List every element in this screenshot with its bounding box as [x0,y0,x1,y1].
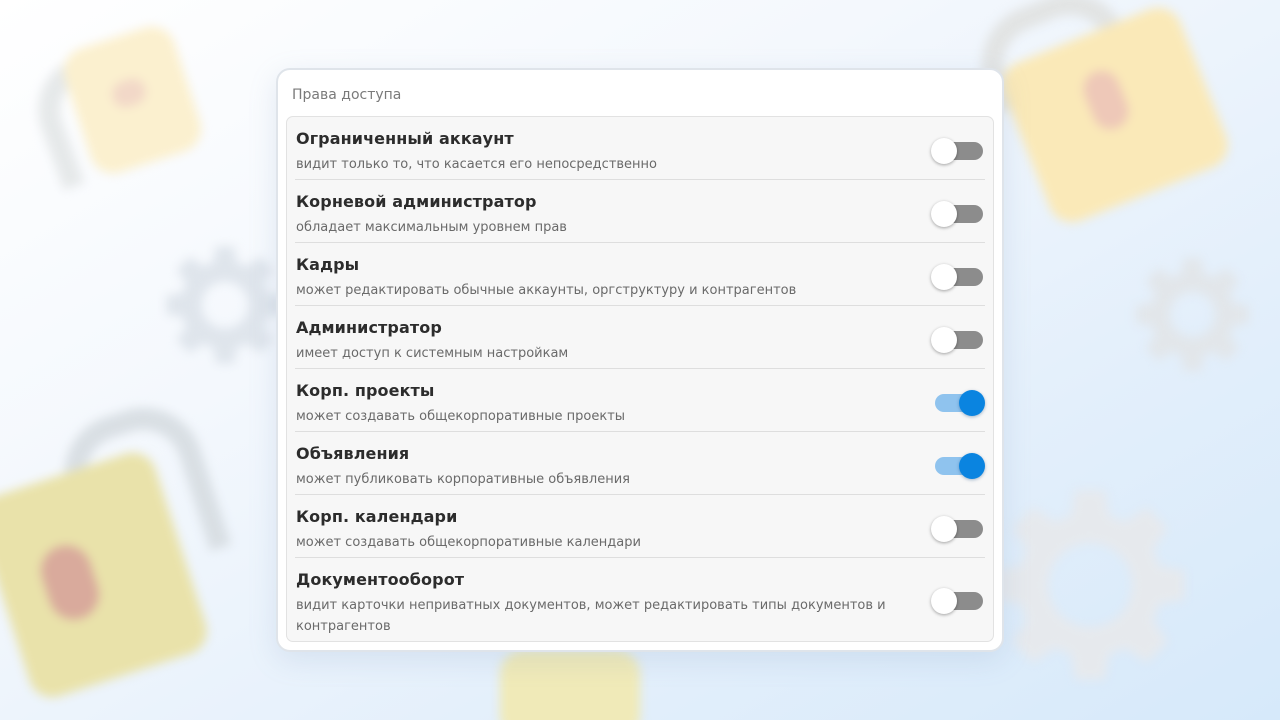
toggle-knob [931,264,957,290]
permission-title: Корп. календари [296,507,458,526]
permission-title: Документооборот [296,570,465,589]
permission-title: Кадры [296,255,360,274]
permission-toggle[interactable] [931,516,985,542]
toggle-knob [931,588,957,614]
permission-description: видит только то, что касается его непоср… [296,157,658,172]
permission-row: Документооборот видит карточки неприватн… [295,558,985,638]
permission-row: Корп. календари может создавать общекорп… [295,495,985,558]
toggle-knob [931,327,957,353]
toggle-knob [931,516,957,542]
panel-title: Права доступа [292,87,402,103]
permission-toggle[interactable] [931,453,985,479]
permission-toggle[interactable] [931,327,985,353]
permission-description: может редактировать обычные аккаунты, ор… [296,283,797,298]
permission-toggle[interactable] [931,588,985,614]
toggle-knob [959,453,985,479]
permission-title: Ограниченный аккаунт [296,129,514,148]
permission-description: может публиковать корпоративные объявлен… [296,472,630,487]
access-rights-panel: Права доступа Ограниченный аккаунт видит… [276,68,1004,652]
permission-title: Объявления [296,444,410,463]
permission-toggle[interactable] [931,390,985,416]
permission-description: имеет доступ к системным настройкам [296,346,569,361]
toggle-knob [959,390,985,416]
permission-title: Корп. проекты [296,381,435,400]
gear-icon [1136,258,1249,371]
permission-description: видит карточки неприватных документов, м… [296,598,886,634]
gear-icon [995,490,1185,680]
gear-icon [166,246,284,364]
permission-row: Корп. проекты может создавать общекорпор… [295,369,985,432]
permission-title: Администратор [296,318,442,337]
permission-toggle[interactable] [931,138,985,164]
permission-description: обладает максимальным уровнем прав [296,220,567,235]
permission-toggle[interactable] [931,264,985,290]
permission-description: может создавать общекорпоративные календ… [296,535,641,550]
permission-row: Ограниченный аккаунт видит только то, чт… [295,117,985,180]
permission-row: Кадры может редактировать обычные аккаун… [295,243,985,306]
permission-row: Объявления может публиковать корпоративн… [295,432,985,495]
permissions-list: Ограниченный аккаунт видит только то, чт… [286,116,994,642]
toggle-knob [931,201,957,227]
permission-toggle[interactable] [931,201,985,227]
permission-row: Корневой администратор обладает максимал… [295,180,985,243]
permission-description: может создавать общекорпоративные проект… [296,409,626,424]
toggle-knob [931,138,957,164]
permission-title: Корневой администратор [296,192,537,211]
permission-row: Администратор имеет доступ к системным н… [295,306,985,369]
